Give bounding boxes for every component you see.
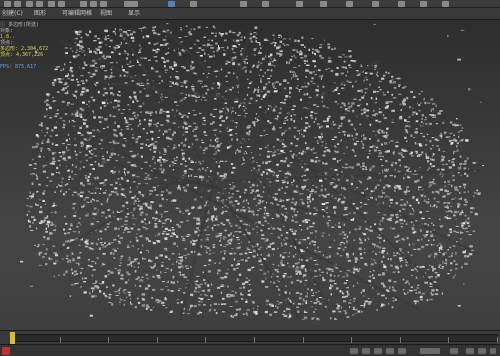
time-slider[interactable]: [10, 332, 15, 344]
key-mode-icon[interactable]: [350, 348, 358, 354]
redo-icon[interactable]: [14, 1, 21, 7]
timeline-tick: [108, 337, 109, 343]
prev-frame-icon[interactable]: [362, 348, 370, 354]
select-region-icon[interactable]: [58, 1, 65, 7]
undo-icon[interactable]: [4, 1, 11, 7]
menu-item-shapes[interactable]: 图形: [34, 8, 46, 20]
frame-field[interactable]: [420, 348, 440, 354]
view-dropdown[interactable]: [124, 1, 138, 7]
link-icon[interactable]: [26, 1, 33, 7]
pan-icon[interactable]: [478, 348, 486, 354]
time-config-icon[interactable]: [450, 348, 458, 354]
timeline-tick: [60, 337, 61, 343]
maxscript-listener-icon[interactable]: [2, 347, 10, 355]
timeline-tick: [205, 337, 206, 343]
curve-editor-icon[interactable]: [320, 1, 327, 7]
select-icon[interactable]: [48, 1, 55, 7]
timeline-tick: [448, 337, 449, 343]
layer-icon[interactable]: [296, 1, 303, 7]
rotate-icon[interactable]: [90, 1, 97, 7]
last-frame-icon[interactable]: [398, 348, 406, 354]
move-icon[interactable]: [80, 1, 87, 7]
render-icon[interactable]: [442, 1, 449, 7]
menu-item-create[interactable]: 创建(C): [2, 8, 23, 20]
unlink-icon[interactable]: [36, 1, 43, 7]
material-editor-icon[interactable]: [372, 1, 379, 7]
stat-line: FPS: 875.617: [0, 64, 37, 70]
timeline-tick: [400, 337, 401, 343]
menu-item-view[interactable]: 视图: [100, 8, 112, 20]
status-bar: [0, 344, 500, 356]
angle-snap-icon[interactable]: [190, 1, 197, 7]
viewport-statistics: ⓘ 多边形(所选) 对象: 1.8.. 顶点: 多边形: 2,304,672 顶点: 4,…: [0, 22, 70, 70]
scale-icon[interactable]: [100, 1, 107, 7]
timeline-tick: [497, 337, 498, 343]
menu-item-editable-mesh[interactable]: 可编辑网格: [62, 8, 92, 20]
render-frame-icon[interactable]: [420, 1, 427, 7]
zoom-icon[interactable]: [466, 348, 474, 354]
play-icon[interactable]: [374, 348, 382, 354]
building-blocks: [20, 23, 485, 321]
schematic-icon[interactable]: [346, 1, 353, 7]
mirror-icon[interactable]: [240, 1, 247, 7]
align-icon[interactable]: [262, 1, 269, 7]
main-toolbar: [0, 0, 500, 8]
next-frame-icon[interactable]: [386, 348, 394, 354]
city-model-render: [20, 23, 485, 321]
render-setup-icon[interactable]: [398, 1, 405, 7]
maximize-icon[interactable]: [490, 348, 496, 354]
timeline-tick: [351, 337, 352, 343]
menu-bar: 创建(C) 图形 可编辑网格 视图 显示: [0, 8, 500, 20]
snap-icon[interactable]: [168, 1, 175, 7]
timeline-tick: [157, 337, 158, 343]
perspective-viewport[interactable]: [0, 20, 500, 330]
timeline-track[interactable]: [10, 334, 498, 343]
menu-item-display[interactable]: 显示: [128, 8, 140, 20]
timeline-bar: [0, 330, 500, 344]
timeline-tick: [303, 337, 304, 343]
timeline-tick: [254, 337, 255, 343]
